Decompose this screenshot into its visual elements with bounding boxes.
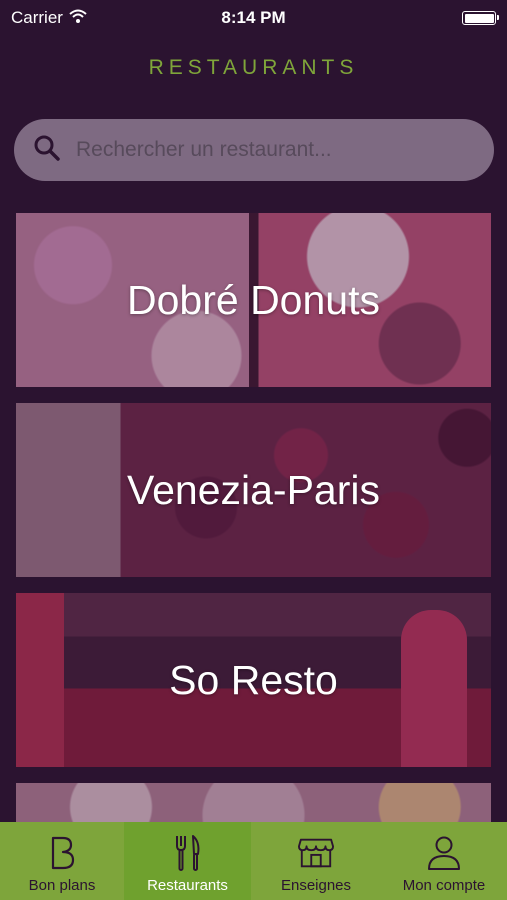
tab-label: Mon compte [402, 877, 486, 894]
tab-label: Bon plans [28, 877, 96, 894]
status-left: Carrier [11, 8, 87, 28]
restaurant-name: Dobré Donuts [127, 276, 380, 323]
restaurant-card[interactable] [16, 783, 491, 823]
tab-label: Enseignes [280, 877, 352, 894]
search-bar[interactable] [14, 119, 494, 181]
restaurant-name: So Resto [169, 656, 338, 703]
search-icon [34, 135, 60, 166]
letter-b-icon [44, 833, 80, 873]
tab-restaurants[interactable]: Restaurants [124, 822, 251, 900]
tab-bon-plans[interactable]: Bon plans [0, 822, 124, 900]
fork-knife-icon [170, 833, 206, 873]
restaurant-card[interactable]: Dobré Donuts [16, 213, 491, 387]
status-bar: Carrier 8:14 PM [0, 0, 507, 36]
wifi-icon [69, 8, 87, 28]
search-input[interactable] [76, 138, 494, 162]
storefront-icon [298, 833, 334, 873]
restaurant-card[interactable]: So Resto [16, 593, 491, 767]
carrier-label: Carrier [11, 8, 63, 27]
tab-mon-compte[interactable]: Mon compte [381, 822, 507, 900]
page-title: RESTAURANTS [148, 56, 359, 79]
user-icon [426, 833, 462, 873]
restaurant-name: Venezia-Paris [127, 466, 380, 513]
tab-label: Restaurants [147, 877, 228, 894]
tab-bar: Bon plans Restaurants Enseignes Mon comp… [0, 822, 507, 900]
battery-icon [462, 11, 499, 25]
tab-enseignes[interactable]: Enseignes [251, 822, 381, 900]
restaurant-card[interactable]: Venezia-Paris [16, 403, 491, 577]
